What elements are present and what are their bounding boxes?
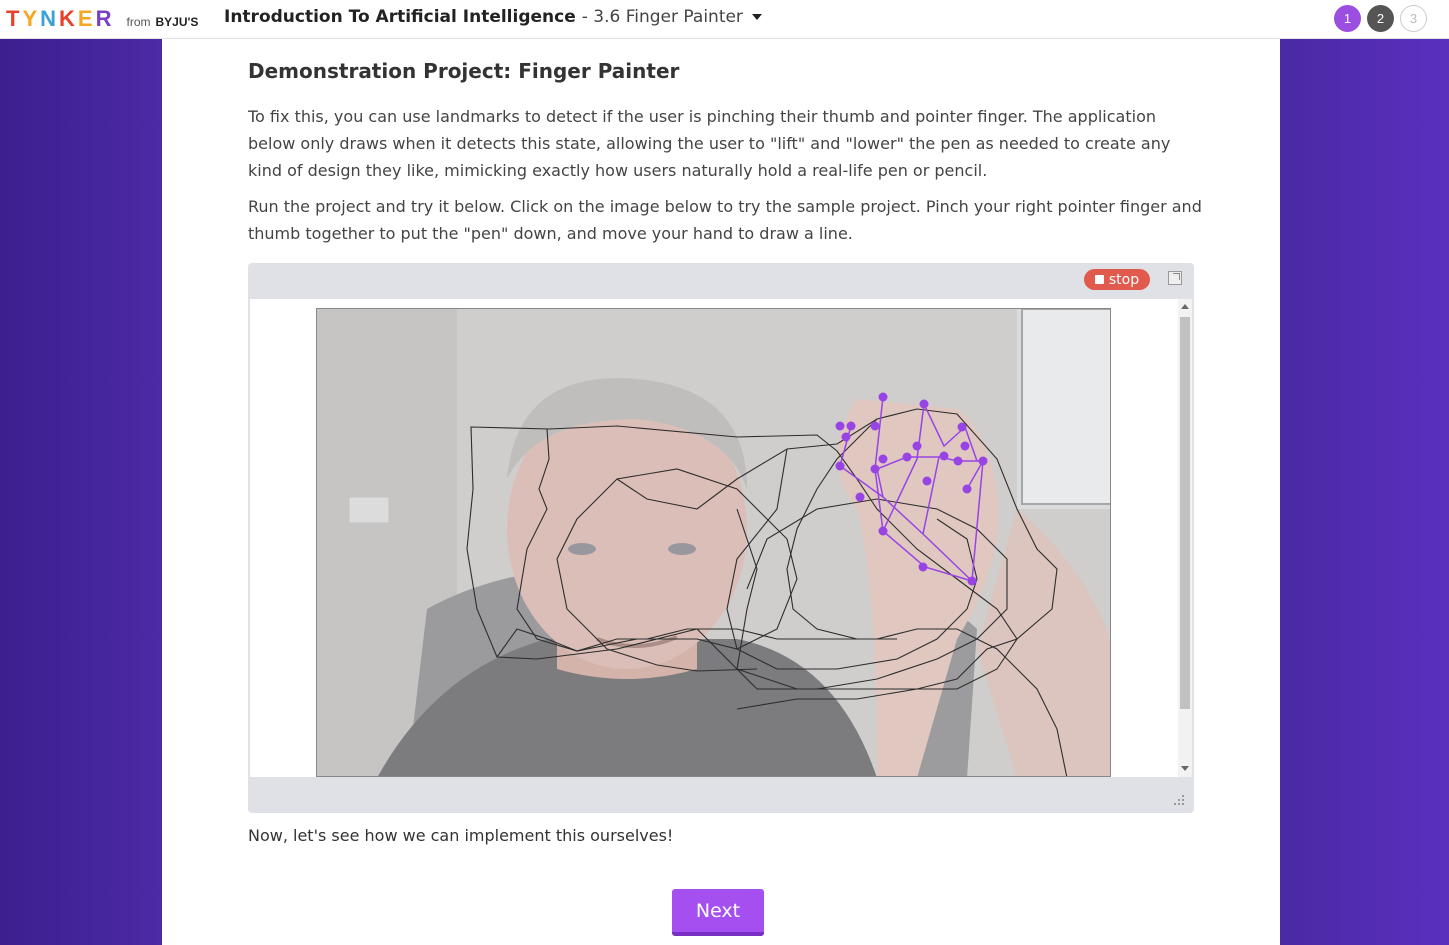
stop-label: stop — [1108, 271, 1140, 288]
step-3[interactable]: 3 — [1400, 5, 1427, 32]
paragraph-next-step: Now, let's see how we can implement this… — [248, 826, 674, 845]
logo-from-text: from — [126, 15, 151, 29]
page-title: Demonstration Project: Finger Painter — [248, 59, 680, 83]
project-stage[interactable] — [250, 299, 1192, 777]
step-1[interactable]: 1 — [1334, 5, 1361, 32]
stage-scrollbar[interactable] — [1178, 299, 1192, 777]
top-bar: TYNKER from BYJU'S Introduction To Artif… — [0, 0, 1449, 39]
project-runner: stop — [248, 263, 1194, 813]
stop-button[interactable]: stop — [1084, 269, 1150, 290]
next-button[interactable]: Next — [672, 889, 764, 936]
lesson-title: - 3.6 Finger Painter — [581, 7, 743, 27]
webcam-canvas[interactable] — [316, 308, 1111, 777]
logo-byjus-text: BYJU'S — [155, 15, 199, 29]
course-title: Introduction To Artificial Intelligence — [224, 7, 576, 27]
tynker-logo[interactable]: TYNKER from BYJU'S — [6, 6, 198, 32]
logo-wordmark: TYNKER — [6, 6, 115, 31]
lesson-panel: Demonstration Project: Finger Painter To… — [162, 39, 1280, 945]
course-selector[interactable]: Introduction To Artificial Intelligence … — [224, 7, 762, 27]
step-indicator: 1 2 3 — [1334, 5, 1427, 32]
step-2[interactable]: 2 — [1367, 5, 1394, 32]
popout-icon[interactable] — [1168, 271, 1182, 285]
scroll-up-icon[interactable] — [1181, 304, 1189, 309]
scroll-down-icon[interactable] — [1181, 766, 1189, 771]
paragraph-intro: To fix this, you can use landmarks to de… — [248, 107, 1171, 180]
scrollbar-thumb[interactable] — [1180, 317, 1190, 709]
paragraph-instructions: Run the project and try it below. Click … — [248, 197, 1202, 243]
caret-down-icon[interactable] — [751, 14, 762, 20]
webcam-drawing — [317, 309, 1110, 776]
stop-icon — [1094, 275, 1104, 284]
resize-handle-icon[interactable] — [1172, 793, 1186, 807]
